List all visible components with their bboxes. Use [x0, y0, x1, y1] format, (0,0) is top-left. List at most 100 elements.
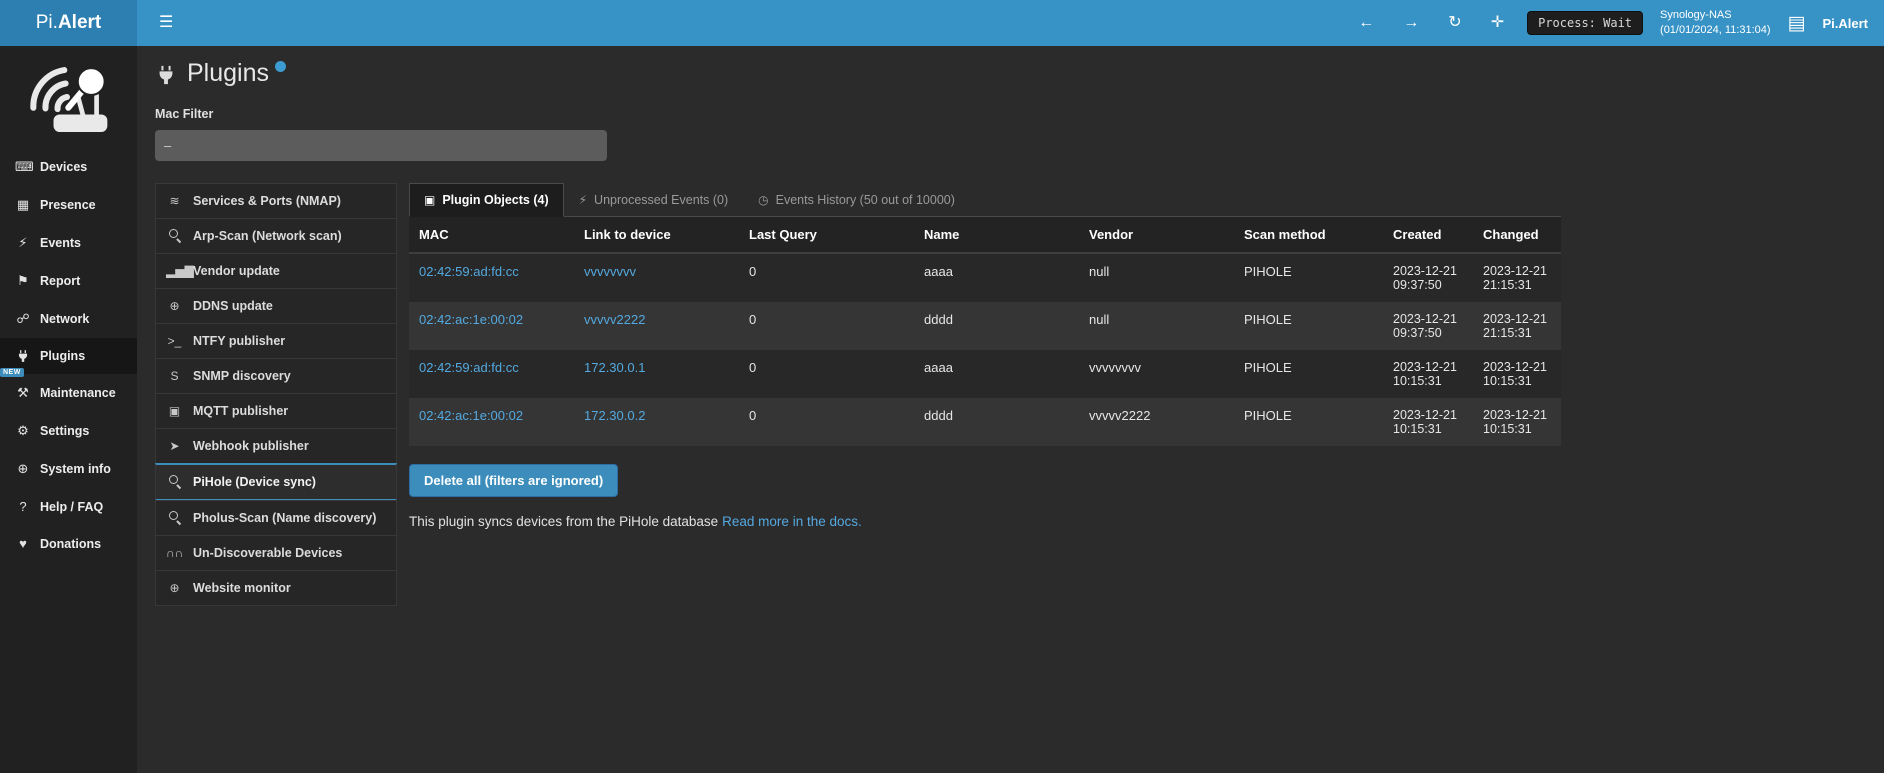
table-row: 02:42:ac:1e:00:02 vvvvv2222 0 dddd null … [409, 302, 1561, 350]
page-title: Plugins [187, 60, 269, 88]
sidebar-item-donations[interactable]: ♥ Donations [0, 525, 137, 562]
tab-bar: ▣ Plugin Objects (4) ⚡ Unprocessed Event… [409, 183, 1561, 217]
col-header-changed: Changed [1473, 217, 1561, 253]
sidebar-item-label: Plugins [40, 349, 85, 363]
col-header-scan-method: Scan method [1234, 217, 1383, 253]
plugin-nav-item-mqtt[interactable]: ▣ MQTT publisher [155, 393, 397, 429]
plugin-nav-label: MQTT publisher [193, 404, 288, 418]
sidebar-item-help-faq[interactable]: ? Help / FAQ [0, 488, 137, 525]
vendor-cell: null [1079, 302, 1234, 350]
clock-icon: ◷ [758, 193, 768, 207]
docs-link[interactable]: Read more in the docs. [722, 514, 862, 529]
device-link[interactable]: 172.30.0.1 [584, 360, 645, 375]
mac-link[interactable]: 02:42:ac:1e:00:02 [419, 312, 523, 327]
search-icon [166, 511, 183, 525]
sidebar-item-network[interactable]: ☍ Network [0, 300, 137, 338]
sidebar-item-report[interactable]: ⚑ Report [0, 262, 137, 300]
main-content: Plugins Mac Filter ≋ Services & Ports (N… [137, 46, 1884, 606]
plugin-nav-item-pihole[interactable]: PiHole (Device sync) [155, 463, 397, 501]
mac-link[interactable]: 02:42:59:ad:fd:cc [419, 264, 519, 279]
scan-method-cell: PIHOLE [1234, 302, 1383, 350]
page-header: Plugins [155, 60, 1884, 91]
sidebar-item-label: Presence [40, 198, 96, 212]
sidebar-item-presence[interactable]: ▦ Presence [0, 186, 137, 224]
menu-icon[interactable]: ☰ [153, 12, 179, 34]
sidebar-item-devices[interactable]: ⌨ Devices [0, 148, 137, 186]
plugin-nav-item-nmap[interactable]: ≋ Services & Ports (NMAP) [155, 183, 397, 219]
plug-icon [15, 349, 31, 363]
delete-all-button[interactable]: Delete all (filters are ignored) [409, 464, 618, 497]
scan-method-cell: PIHOLE [1234, 350, 1383, 398]
topbar: Pi.Alert ☰ ← → ↻ ✛ Process: Wait Synolog… [0, 0, 1884, 46]
col-header-name: Name [914, 217, 1079, 253]
device-link[interactable]: vvvvv2222 [584, 312, 645, 327]
table-header-row: MAC Link to device Last Query Name Vendo… [409, 217, 1561, 253]
bolt-icon: ⚡ [15, 235, 31, 251]
cube-icon: ▣ [424, 193, 435, 207]
sidebar-item-label: Help / FAQ [40, 500, 103, 514]
router-magnifier-icon [25, 62, 113, 136]
globe-icon: ⊕ [15, 461, 31, 477]
forward-arrow-icon[interactable]: → [1397, 12, 1425, 34]
tab-events-history[interactable]: ◷ Events History (50 out of 10000) [743, 183, 970, 217]
plugin-nav-item-snmp[interactable]: S SNMP discovery [155, 358, 397, 394]
refresh-icon[interactable]: ↻ [1442, 12, 1467, 34]
host-timestamp: (01/01/2024, 11:31:04) [1660, 23, 1771, 38]
plugin-layout: ≋ Services & Ports (NMAP) Arp-Scan (Netw… [155, 183, 1884, 606]
process-status-badge: Process: Wait [1527, 11, 1643, 35]
device-link[interactable]: 172.30.0.2 [584, 408, 645, 423]
plugin-nav-item-vendor-update[interactable]: ▂▅▇ Vendor update [155, 253, 397, 289]
laptop-icon: ⌨ [15, 159, 31, 175]
plugins-help-badge[interactable] [275, 61, 286, 72]
calendar-icon: ▦ [15, 197, 31, 213]
plugin-nav-item-website-monitor[interactable]: ⊕ Website monitor [155, 570, 397, 606]
tab-unprocessed-events[interactable]: ⚡ Unprocessed Events (0) [564, 183, 744, 217]
vendor-cell: vvvvvvvv [1079, 350, 1234, 398]
plugin-nav: ≋ Services & Ports (NMAP) Arp-Scan (Netw… [155, 183, 397, 606]
plugin-nav-label: Pholus-Scan (Name discovery) [193, 511, 376, 525]
sidebar-item-label: Report [40, 274, 80, 288]
plugin-nav-item-undiscoverable[interactable]: ∩∩ Un-Discoverable Devices [155, 535, 397, 571]
last-query-cell: 0 [739, 350, 914, 398]
brand-logo[interactable]: Pi.Alert [0, 0, 137, 46]
mac-filter-input[interactable] [155, 130, 607, 161]
created-cell: 2023-12-21 09:37:50 [1383, 302, 1473, 350]
plugin-nav-label: Website monitor [193, 581, 291, 595]
last-query-cell: 0 [739, 302, 914, 350]
plugin-nav-label: SNMP discovery [193, 369, 291, 383]
name-cell: aaaa [914, 350, 1079, 398]
plugin-nav-item-arpscan[interactable]: Arp-Scan (Network scan) [155, 218, 397, 254]
plugin-nav-label: NTFY publisher [193, 334, 285, 348]
device-link[interactable]: vvvvvvvv [584, 264, 636, 279]
plugin-nav-item-ntfy[interactable]: >_ NTFY publisher [155, 323, 397, 359]
mac-link[interactable]: 02:42:59:ad:fd:cc [419, 360, 519, 375]
sidebar-item-system-info[interactable]: ⊕ System info [0, 450, 137, 488]
tab-label: Unprocessed Events (0) [594, 193, 728, 207]
changed-cell: 2023-12-21 10:15:31 [1473, 350, 1561, 398]
radar-icon: ≋ [166, 195, 183, 207]
sidebar-item-label: System info [40, 462, 111, 476]
plugin-nav-item-pholus[interactable]: Pholus-Scan (Name discovery) [155, 500, 397, 536]
plugin-main-panel: ▣ Plugin Objects (4) ⚡ Unprocessed Event… [409, 183, 1561, 543]
name-cell: aaaa [914, 253, 1079, 302]
table-row: 02:42:59:ad:fd:cc 172.30.0.1 0 aaaa vvvv… [409, 350, 1561, 398]
plugin-nav-item-webhook[interactable]: ➤ Webhook publisher [155, 428, 397, 464]
plugin-nav-item-ddns[interactable]: ⊕ DDNS update [155, 288, 397, 324]
back-arrow-icon[interactable]: ← [1352, 12, 1380, 34]
plugin-description-text: This plugin syncs devices from the PiHol… [409, 514, 718, 529]
move-icon[interactable]: ✛ [1485, 12, 1510, 34]
sidebar-item-maintenance[interactable]: NEW ⚒ Maintenance [0, 374, 137, 412]
sidebar-item-label: Maintenance [40, 386, 116, 400]
bolt-icon: ⚡ [579, 193, 587, 207]
wrench-icon: ⚒ [15, 385, 31, 401]
mac-filter-label: Mac Filter [155, 107, 1884, 121]
created-cell: 2023-12-21 09:37:50 [1383, 253, 1473, 302]
sidebar-item-events[interactable]: ⚡ Events [0, 224, 137, 262]
tab-plugin-objects[interactable]: ▣ Plugin Objects (4) [409, 183, 564, 217]
paper-plane-icon: ➤ [166, 440, 183, 452]
sidebar-item-settings[interactable]: ⚙ Settings [0, 412, 137, 450]
mac-link[interactable]: 02:42:ac:1e:00:02 [419, 408, 523, 423]
pialert-router-logo [0, 46, 137, 148]
changed-cell: 2023-12-21 10:15:31 [1473, 398, 1561, 446]
vendor-cell: vvvvv2222 [1079, 398, 1234, 446]
